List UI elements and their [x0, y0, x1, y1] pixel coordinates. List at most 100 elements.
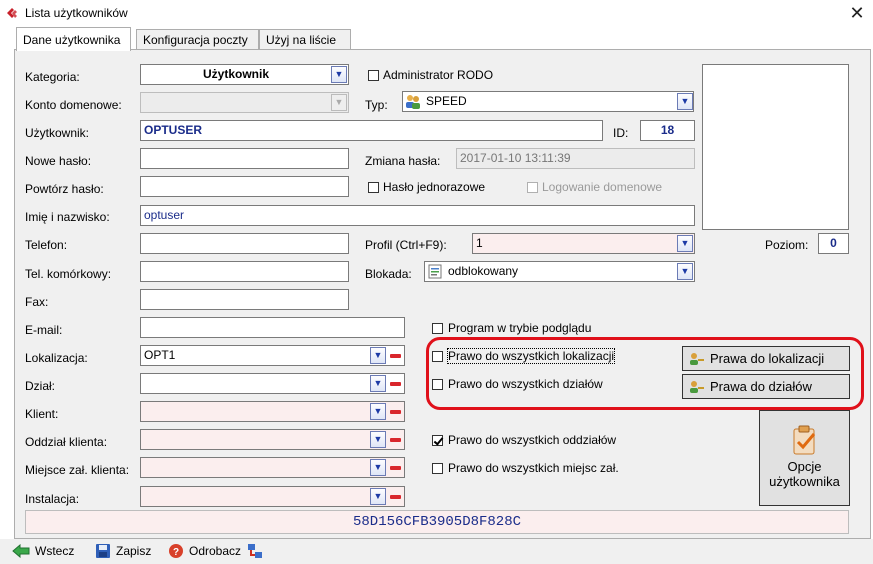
konto-domenowe-dropdown-icon: ▼ — [331, 94, 347, 111]
dzial-clear-icon[interactable] — [388, 375, 402, 392]
miejsce-zal-clear-icon[interactable] — [388, 459, 402, 476]
zapisz-label: Zapisz — [116, 544, 152, 558]
network-button[interactable] — [247, 543, 263, 559]
lokalizacja-input[interactable]: OPT1 — [140, 345, 405, 366]
tryb-podgladu-label: Program w trybie podglądu — [448, 321, 592, 335]
kategoria-select[interactable]: Użytkownik — [140, 64, 349, 85]
typ-dropdown-icon[interactable]: ▼ — [677, 93, 693, 110]
oddzial-klienta-label: Oddział klienta: — [25, 435, 108, 449]
typ-select[interactable]: SPEED — [402, 91, 694, 112]
miejsce-zal-label: Miejsce zał. klienta: — [25, 463, 130, 477]
highlight-annotation — [426, 337, 864, 410]
odrobacz-button[interactable]: ? Odrobacz — [168, 543, 241, 559]
dzial-input[interactable] — [140, 373, 405, 394]
uzytkownik-label: Użytkownik: — [25, 126, 90, 140]
wszystkie-oddzialy-label: Prawo do wszystkich oddziałów — [448, 433, 617, 447]
klient-input[interactable] — [140, 401, 405, 422]
typ-label: Typ: — [365, 98, 388, 112]
oddzial-klienta-input[interactable] — [140, 429, 405, 450]
email-label: E-mail: — [25, 323, 63, 337]
instalacja-clear-icon[interactable] — [388, 488, 402, 505]
tryb-podgladu-checkbox[interactable]: Program w trybie podglądu — [432, 321, 591, 335]
lokalizacja-value: OPT1 — [144, 348, 176, 362]
profil-value: 1 — [476, 236, 483, 250]
klient-label: Klient: — [25, 407, 59, 421]
blokada-value: odblokowany — [448, 264, 519, 278]
network-icon — [248, 544, 262, 558]
oddzial-klienta-dropdown-icon[interactable]: ▼ — [370, 431, 386, 448]
tab-dane-uzytkownika[interactable]: Dane użytkownika — [16, 27, 131, 51]
clipboard-check-icon — [793, 425, 815, 455]
tab-konfiguracja-poczty[interactable]: Konfiguracja poczty — [136, 29, 259, 49]
id-value: 18 — [640, 120, 695, 141]
odrobacz-label: Odrobacz — [189, 544, 242, 558]
blokada-dropdown-icon[interactable]: ▼ — [677, 263, 693, 280]
tryb-podgladu-box[interactable] — [432, 322, 443, 334]
profil-select[interactable]: 1 — [472, 233, 695, 254]
id-label: ID: — [613, 126, 629, 140]
wszystkie-miejsca-label: Prawo do wszystkich miejsc zał. — [448, 461, 619, 475]
imie-nazwisko-input[interactable]: optuser — [140, 205, 695, 226]
close-icon[interactable]: ✕ — [846, 3, 868, 23]
haslo-jednorazowe-label: Hasło jednorazowe — [383, 180, 486, 194]
blokada-select[interactable]: odblokowany — [424, 261, 695, 282]
lokalizacja-clear-icon[interactable] — [388, 347, 402, 364]
opcje-line2: użytkownika — [769, 474, 840, 489]
fax-input[interactable] — [140, 289, 349, 310]
konto-domenowe-select — [140, 92, 349, 113]
telefon-input[interactable] — [140, 233, 349, 254]
haslo-jednorazowe-checkbox[interactable]: Hasło jednorazowe — [368, 180, 485, 194]
kategoria-dropdown-icon[interactable]: ▼ — [331, 66, 347, 83]
typ-value: SPEED — [426, 94, 467, 108]
oddzial-klienta-clear-icon[interactable] — [388, 431, 402, 448]
wszystkie-miejsca-checkbox[interactable]: Prawo do wszystkich miejsc zał. — [432, 461, 619, 475]
lokalizacja-label: Lokalizacja: — [25, 351, 88, 365]
nowe-haslo-input[interactable] — [140, 148, 349, 169]
miejsce-zal-dropdown-icon[interactable]: ▼ — [370, 459, 386, 476]
logowanie-domenowe-label: Logowanie domenowe — [542, 180, 663, 194]
logowanie-domenowe-checkbox: Logowanie domenowe — [527, 180, 662, 194]
svg-text:?: ? — [173, 547, 179, 558]
lokalizacja-dropdown-icon[interactable]: ▼ — [370, 347, 386, 364]
instalacja-dropdown-icon[interactable]: ▼ — [370, 488, 386, 505]
profil-dropdown-icon[interactable]: ▼ — [677, 235, 693, 252]
document-icon — [428, 264, 442, 279]
imie-nazwisko-label: Imię i nazwisko: — [25, 210, 110, 224]
kategoria-value: Użytkownik — [202, 67, 269, 81]
wszystkie-miejsca-box[interactable] — [432, 462, 443, 474]
uzytkownik-input[interactable]: OPTUSER — [140, 120, 603, 141]
admin-rodo-checkbox[interactable]: Administrator RODO — [368, 68, 493, 82]
opcje-line1: Opcje — [787, 459, 822, 474]
zapisz-button[interactable]: Zapisz — [95, 543, 151, 559]
title-bar — [0, 0, 873, 28]
admin-rodo-box[interactable] — [368, 69, 379, 81]
tab-uzyj-na-liscie[interactable]: Użyj na liście — [259, 29, 351, 49]
wstecz-button[interactable]: Wstecz — [12, 543, 74, 559]
email-input[interactable] — [140, 317, 405, 338]
back-arrow-icon — [12, 544, 30, 558]
help-icon: ? — [169, 544, 183, 558]
powtorz-haslo-input[interactable] — [140, 176, 349, 197]
user-hash: 58D156CFB3905D8F828C — [25, 510, 849, 534]
dzial-dropdown-icon[interactable]: ▼ — [370, 375, 386, 392]
klient-clear-icon[interactable] — [388, 403, 402, 420]
klient-dropdown-icon[interactable]: ▼ — [370, 403, 386, 420]
wstecz-label: Wstecz — [35, 544, 75, 558]
poziom-value: 0 — [818, 233, 849, 254]
photo-box[interactable] — [702, 64, 849, 230]
tel-komorkowy-input[interactable] — [140, 261, 349, 282]
instalacja-label: Instalacja: — [25, 492, 80, 506]
logowanie-domenowe-box — [527, 181, 538, 193]
zmiana-hasla-label: Zmiana hasła: — [365, 154, 441, 168]
instalacja-input[interactable] — [140, 486, 405, 507]
opcje-uzytkownika-button[interactable]: Opcje użytkownika — [759, 410, 850, 506]
miejsce-zal-input[interactable] — [140, 457, 405, 478]
wszystkie-oddzialy-checkbox[interactable]: Prawo do wszystkich oddziałów — [432, 433, 616, 447]
dzial-label: Dział: — [25, 379, 56, 393]
telefon-label: Telefon: — [25, 238, 68, 252]
powtorz-haslo-label: Powtórz hasło: — [25, 182, 104, 196]
admin-rodo-label: Administrator RODO — [383, 68, 494, 82]
haslo-jednorazowe-box[interactable] — [368, 181, 379, 193]
users-group-icon — [405, 94, 421, 109]
wszystkie-oddzialy-box[interactable] — [432, 434, 443, 446]
